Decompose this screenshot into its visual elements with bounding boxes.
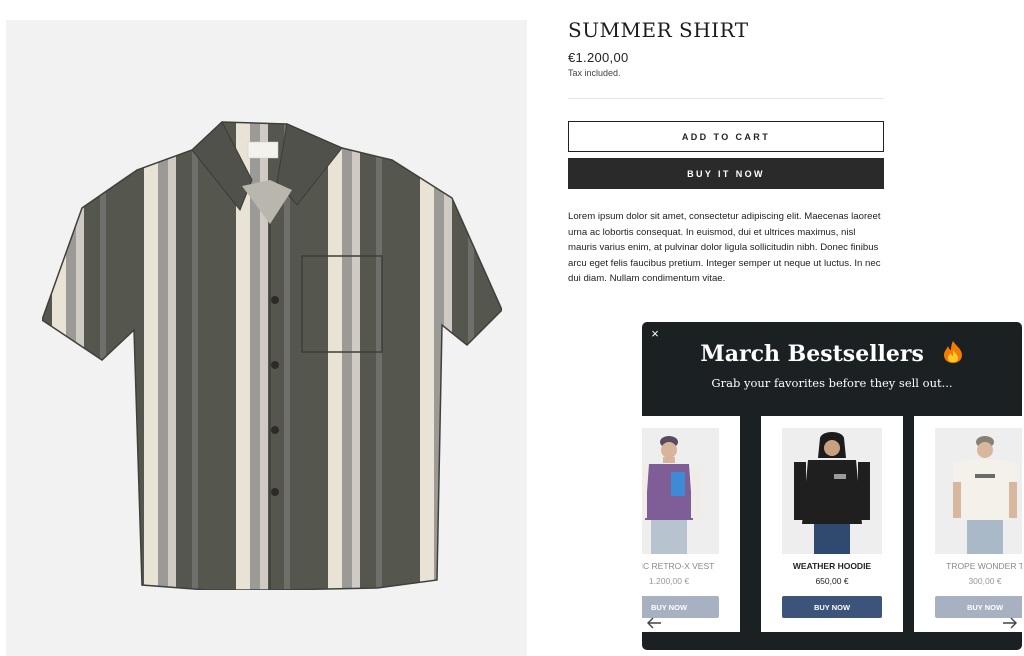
tee-model-image [935,428,1022,554]
product-name: WEATHER HOODIE [792,561,872,571]
product-card[interactable]: WEATHER HOODIE 650,00 € BUY NOW [761,416,903,632]
buy-now-button[interactable]: BUY NOW [782,596,882,618]
tax-note: Tax included. [568,68,621,78]
product-price: €1.200,00 [568,50,629,65]
product-title: SUMMER SHIRT [568,18,749,42]
popup-title: March Bestsellers [642,340,1022,367]
bestsellers-popup: × March Bestsellers Grab your favorites … [642,322,1022,650]
product-carousel: ASSIC RETRO-X VEST 1.200,00 € BUY NOW WE… [642,416,1022,632]
hoodie-model-image [782,428,882,554]
product-image-panel [6,20,527,656]
buy-now-button[interactable]: BUY NOW [935,596,1022,618]
buy-it-now-button[interactable]: BUY IT NOW [568,158,884,189]
product-card[interactable]: TROPE WONDER T 300,00 € BUY NOW [914,416,1022,632]
product-name: TROPE WONDER T [946,561,1022,571]
popup-title-text: March Bestsellers [700,341,924,367]
buy-now-button[interactable]: BUY NOW [642,596,719,618]
product-price: 1.200,00 € [648,576,690,586]
arrow-left-icon[interactable] [646,616,662,630]
arrow-right-icon[interactable] [1002,616,1018,630]
product-price: 650,00 € [815,576,849,586]
product-price: 300,00 € [968,576,1002,586]
popup-subtitle: Grab your favorites before they sell out… [711,376,953,390]
vest-model-image [642,428,719,554]
product-info: SUMMER SHIRT €1.200,00 Tax included. ADD… [568,18,884,287]
fire-icon [943,341,962,363]
divider [568,98,884,99]
product-description: Lorem ipsum dolor sit amet, consectetur … [568,211,881,284]
product-card[interactable]: ASSIC RETRO-X VEST 1.200,00 € BUY NOW [642,416,740,632]
add-to-cart-button[interactable]: ADD TO CART [568,121,884,152]
product-name: ASSIC RETRO-X VEST [642,561,715,571]
product-shirt-image [42,121,502,590]
